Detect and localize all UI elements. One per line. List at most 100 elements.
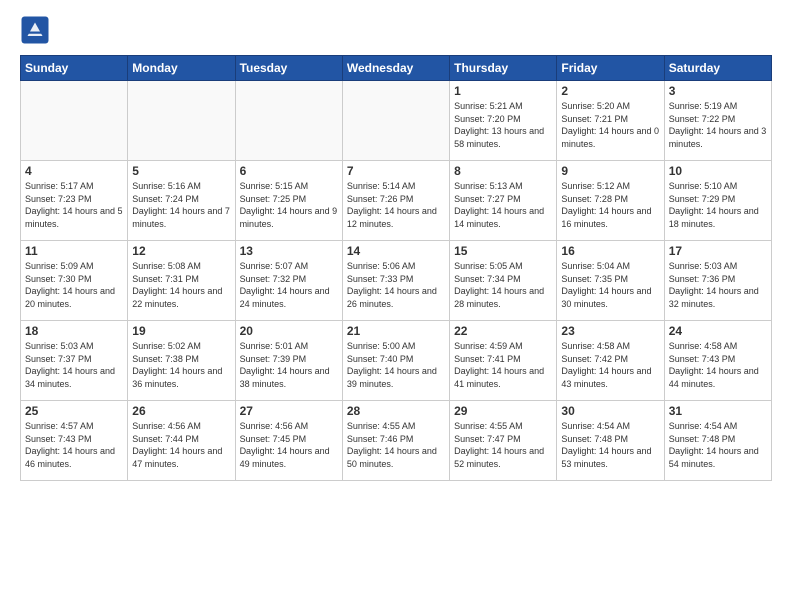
- day-info: Sunrise: 5:16 AMSunset: 7:24 PMDaylight:…: [132, 180, 230, 230]
- day-number: 20: [240, 324, 338, 338]
- day-number: 22: [454, 324, 552, 338]
- day-number: 15: [454, 244, 552, 258]
- day-info: Sunrise: 5:13 AMSunset: 7:27 PMDaylight:…: [454, 180, 552, 230]
- day-info: Sunrise: 5:21 AMSunset: 7:20 PMDaylight:…: [454, 100, 552, 150]
- calendar-day-cell: 18Sunrise: 5:03 AMSunset: 7:37 PMDayligh…: [21, 321, 128, 401]
- day-info: Sunrise: 5:03 AMSunset: 7:36 PMDaylight:…: [669, 260, 767, 310]
- calendar-day-cell: 9 Sunrise: 5:12 AMSunset: 7:28 PMDaylight…: [557, 161, 664, 241]
- page-header: [20, 15, 772, 45]
- day-info: Sunrise: 4:54 AMSunset: 7:48 PMDaylight:…: [561, 420, 659, 470]
- weekday-header: Friday: [557, 56, 664, 81]
- day-number: 11: [25, 244, 123, 258]
- logo-icon: [20, 15, 50, 45]
- weekday-header: Tuesday: [235, 56, 342, 81]
- calendar-day-cell: 1Sunrise: 5:21 AMSunset: 7:20 PMDaylight…: [450, 81, 557, 161]
- day-info: Sunrise: 5:06 AMSunset: 7:33 PMDaylight:…: [347, 260, 445, 310]
- day-number: 6: [240, 164, 338, 178]
- weekday-header: Monday: [128, 56, 235, 81]
- day-info: Sunrise: 5:08 AMSunset: 7:31 PMDaylight:…: [132, 260, 230, 310]
- day-number: 3: [669, 84, 767, 98]
- calendar-day-cell: 8 Sunrise: 5:13 AMSunset: 7:27 PMDaylight…: [450, 161, 557, 241]
- weekday-header: Sunday: [21, 56, 128, 81]
- day-number: 25: [25, 404, 123, 418]
- day-info: Sunrise: 5:14 AMSunset: 7:26 PMDaylight:…: [347, 180, 445, 230]
- day-number: 23: [561, 324, 659, 338]
- day-info: Sunrise: 5:09 AMSunset: 7:30 PMDaylight:…: [25, 260, 123, 310]
- calendar-day-cell: 5 Sunrise: 5:16 AMSunset: 7:24 PMDaylight…: [128, 161, 235, 241]
- day-number: 12: [132, 244, 230, 258]
- day-number: 13: [240, 244, 338, 258]
- calendar-day-cell: 23 Sunrise: 4:58 AMSunset: 7:42 PMDayligh…: [557, 321, 664, 401]
- calendar-day-cell: 26 Sunrise: 4:56 AMSunset: 7:44 PMDayligh…: [128, 401, 235, 481]
- calendar-day-cell: [128, 81, 235, 161]
- day-info: Sunrise: 4:56 AMSunset: 7:44 PMDaylight:…: [132, 420, 230, 470]
- calendar-day-cell: 2Sunrise: 5:20 AMSunset: 7:21 PMDaylight…: [557, 81, 664, 161]
- day-number: 30: [561, 404, 659, 418]
- calendar-day-cell: 15 Sunrise: 5:05 AMSunset: 7:34 PMDayligh…: [450, 241, 557, 321]
- calendar-day-cell: 14 Sunrise: 5:06 AMSunset: 7:33 PMDayligh…: [342, 241, 449, 321]
- day-number: 14: [347, 244, 445, 258]
- day-number: 4: [25, 164, 123, 178]
- day-number: 17: [669, 244, 767, 258]
- weekday-header: Wednesday: [342, 56, 449, 81]
- day-info: Sunrise: 4:54 AMSunset: 7:48 PMDaylight:…: [669, 420, 767, 470]
- day-info: Sunrise: 4:58 AMSunset: 7:42 PMDaylight:…: [561, 340, 659, 390]
- day-info: Sunrise: 4:58 AMSunset: 7:43 PMDaylight:…: [669, 340, 767, 390]
- day-number: 7: [347, 164, 445, 178]
- calendar-day-cell: [235, 81, 342, 161]
- calendar-day-cell: 13 Sunrise: 5:07 AMSunset: 7:32 PMDayligh…: [235, 241, 342, 321]
- calendar-day-cell: 27Sunrise: 4:56 AMSunset: 7:45 PMDayligh…: [235, 401, 342, 481]
- day-number: 19: [132, 324, 230, 338]
- day-number: 31: [669, 404, 767, 418]
- calendar-day-cell: 25 Sunrise: 4:57 AMSunset: 7:43 PMDayligh…: [21, 401, 128, 481]
- day-info: Sunrise: 5:20 AMSunset: 7:21 PMDaylight:…: [561, 100, 659, 150]
- day-number: 16: [561, 244, 659, 258]
- logo: [20, 15, 54, 45]
- calendar-day-cell: 21 Sunrise: 5:00 AMSunset: 7:40 PMDayligh…: [342, 321, 449, 401]
- calendar-day-cell: 28 Sunrise: 4:55 AMSunset: 7:46 PMDayligh…: [342, 401, 449, 481]
- day-info: Sunrise: 5:15 AMSunset: 7:25 PMDaylight:…: [240, 180, 338, 230]
- day-info: Sunrise: 5:10 AMSunset: 7:29 PMDaylight:…: [669, 180, 767, 230]
- calendar-day-cell: [342, 81, 449, 161]
- day-number: 8: [454, 164, 552, 178]
- day-info: Sunrise: 5:02 AMSunset: 7:38 PMDaylight:…: [132, 340, 230, 390]
- day-number: 10: [669, 164, 767, 178]
- calendar-day-cell: 6 Sunrise: 5:15 AMSunset: 7:25 PMDaylight…: [235, 161, 342, 241]
- day-info: Sunrise: 5:03 AMSunset: 7:37 PMDaylight:…: [25, 340, 123, 390]
- day-info: Sunrise: 4:55 AMSunset: 7:46 PMDaylight:…: [347, 420, 445, 470]
- day-number: 27: [240, 404, 338, 418]
- calendar-day-cell: 19 Sunrise: 5:02 AMSunset: 7:38 PMDayligh…: [128, 321, 235, 401]
- calendar-day-cell: 20 Sunrise: 5:01 AMSunset: 7:39 PMDayligh…: [235, 321, 342, 401]
- day-number: 28: [347, 404, 445, 418]
- calendar-day-cell: 11 Sunrise: 5:09 AMSunset: 7:30 PMDayligh…: [21, 241, 128, 321]
- weekday-header: Saturday: [664, 56, 771, 81]
- calendar-day-cell: 22Sunrise: 4:59 AMSunset: 7:41 PMDayligh…: [450, 321, 557, 401]
- calendar-day-cell: 3Sunrise: 5:19 AMSunset: 7:22 PMDaylight…: [664, 81, 771, 161]
- calendar-day-cell: 10 Sunrise: 5:10 AMSunset: 7:29 PMDayligh…: [664, 161, 771, 241]
- calendar-table: SundayMondayTuesdayWednesdayThursdayFrid…: [20, 55, 772, 481]
- calendar-week-row: 4 Sunrise: 5:17 AMSunset: 7:23 PMDaylight…: [21, 161, 772, 241]
- calendar-day-cell: 30 Sunrise: 4:54 AMSunset: 7:48 PMDayligh…: [557, 401, 664, 481]
- calendar-day-cell: 4 Sunrise: 5:17 AMSunset: 7:23 PMDaylight…: [21, 161, 128, 241]
- calendar-day-cell: 7 Sunrise: 5:14 AMSunset: 7:26 PMDaylight…: [342, 161, 449, 241]
- day-info: Sunrise: 5:00 AMSunset: 7:40 PMDaylight:…: [347, 340, 445, 390]
- day-number: 26: [132, 404, 230, 418]
- calendar-day-cell: 29Sunrise: 4:55 AMSunset: 7:47 PMDayligh…: [450, 401, 557, 481]
- day-number: 21: [347, 324, 445, 338]
- day-info: Sunrise: 5:05 AMSunset: 7:34 PMDaylight:…: [454, 260, 552, 310]
- calendar-week-row: 1Sunrise: 5:21 AMSunset: 7:20 PMDaylight…: [21, 81, 772, 161]
- day-info: Sunrise: 5:12 AMSunset: 7:28 PMDaylight:…: [561, 180, 659, 230]
- day-info: Sunrise: 5:01 AMSunset: 7:39 PMDaylight:…: [240, 340, 338, 390]
- day-info: Sunrise: 5:07 AMSunset: 7:32 PMDaylight:…: [240, 260, 338, 310]
- day-info: Sunrise: 5:17 AMSunset: 7:23 PMDaylight:…: [25, 180, 123, 230]
- day-number: 5: [132, 164, 230, 178]
- calendar-day-cell: [21, 81, 128, 161]
- day-info: Sunrise: 4:57 AMSunset: 7:43 PMDaylight:…: [25, 420, 123, 470]
- calendar-day-cell: 31 Sunrise: 4:54 AMSunset: 7:48 PMDayligh…: [664, 401, 771, 481]
- day-info: Sunrise: 5:04 AMSunset: 7:35 PMDaylight:…: [561, 260, 659, 310]
- day-number: 29: [454, 404, 552, 418]
- calendar-week-row: 11 Sunrise: 5:09 AMSunset: 7:30 PMDayligh…: [21, 241, 772, 321]
- calendar-day-cell: 24 Sunrise: 4:58 AMSunset: 7:43 PMDayligh…: [664, 321, 771, 401]
- day-number: 9: [561, 164, 659, 178]
- day-number: 24: [669, 324, 767, 338]
